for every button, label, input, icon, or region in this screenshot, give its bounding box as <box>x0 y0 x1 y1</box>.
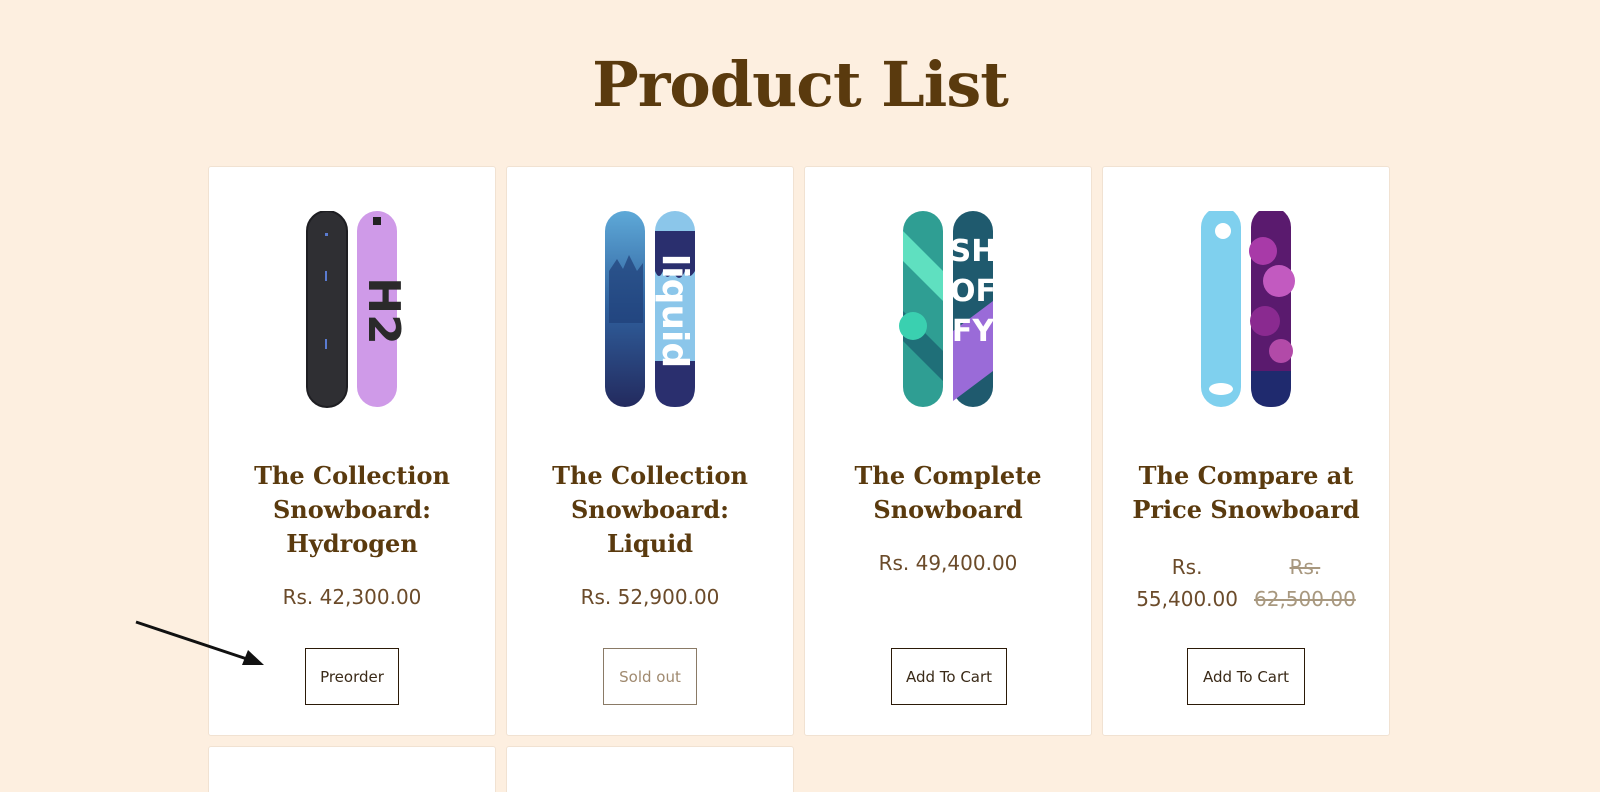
product-card[interactable] <box>208 746 496 792</box>
product-title[interactable]: The Collection Snowboard: Liquid <box>527 459 773 561</box>
svg-text:FY: FY <box>952 314 995 349</box>
svg-text:H2: H2 <box>358 277 409 344</box>
svg-text:liquid: liquid <box>654 254 695 368</box>
product-price: Rs. 55,400.00 Rs. 62,500.00 <box>1133 551 1359 615</box>
product-card[interactable]: SH OF FY The Complete Snowboard Rs. 49,4… <box>804 166 1092 736</box>
product-card[interactable]: liquid The Collection Snowboard: Liquid … <box>506 166 794 736</box>
product-card[interactable]: The Compare at Price Snowboard Rs. 55,40… <box>1102 166 1390 736</box>
product-image-hydrogen[interactable]: H2 <box>209 211 497 415</box>
preorder-button[interactable]: Preorder <box>305 648 399 705</box>
svg-text:SH: SH <box>950 234 997 269</box>
page-title: Product List <box>592 48 1009 121</box>
product-image-compare-at-price[interactable] <box>1103 211 1391 415</box>
add-to-cart-button[interactable]: Add To Cart <box>1187 648 1305 705</box>
product-title[interactable]: The Complete Snowboard <box>825 459 1071 527</box>
product-image-complete[interactable]: SH OF FY <box>805 211 1093 415</box>
annotation-arrow-icon <box>135 620 264 665</box>
product-price: Rs. 52,900.00 <box>580 585 720 609</box>
product-title[interactable]: The Compare at Price Snowboard <box>1123 459 1369 527</box>
add-to-cart-button[interactable]: Add To Cart <box>891 648 1007 705</box>
product-image-liquid[interactable]: liquid <box>507 211 795 415</box>
compare-at-price: Rs. 62,500.00 <box>1254 555 1356 611</box>
product-price: Rs. 49,400.00 <box>878 551 1018 575</box>
sale-price: Rs. 55,400.00 <box>1136 555 1238 611</box>
svg-text:OF: OF <box>950 274 996 309</box>
sold-out-button[interactable]: Sold out <box>603 648 697 705</box>
product-price: Rs. 42,300.00 <box>282 585 422 609</box>
product-title[interactable]: The Collection Snowboard: Hydrogen <box>229 459 475 561</box>
product-card[interactable] <box>506 746 794 792</box>
